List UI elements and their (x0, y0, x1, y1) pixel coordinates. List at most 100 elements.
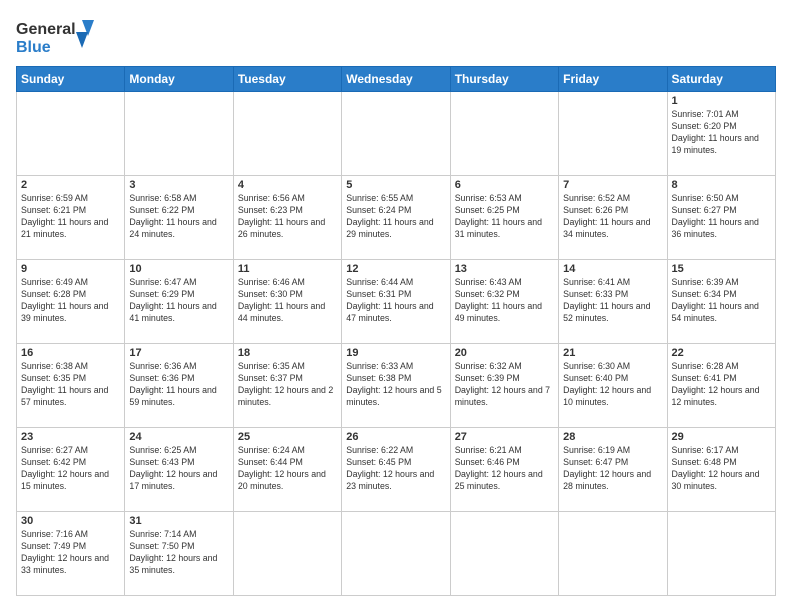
logo: GeneralBlue (16, 16, 96, 58)
day-info: Sunrise: 6:33 AM Sunset: 6:38 PM Dayligh… (346, 361, 445, 409)
day-number: 14 (563, 263, 662, 275)
day-number: 16 (21, 347, 120, 359)
calendar-cell: 25 Sunrise: 6:24 AM Sunset: 6:44 PM Dayli… (233, 428, 341, 512)
day-info: Sunrise: 6:30 AM Sunset: 6:40 PM Dayligh… (563, 361, 662, 409)
day-number: 8 (672, 179, 771, 191)
day-info: Sunrise: 6:55 AM Sunset: 6:24 PM Dayligh… (346, 193, 445, 241)
day-info: Sunrise: 7:01 AM Sunset: 6:20 PM Dayligh… (672, 109, 771, 157)
calendar-cell: 28 Sunrise: 6:19 AM Sunset: 6:47 PM Dayli… (559, 428, 667, 512)
day-number: 25 (238, 431, 337, 443)
calendar-cell: 5Sunrise: 6:55 AM Sunset: 6:24 PM Daylig… (342, 176, 450, 260)
weekday-friday: Friday (559, 67, 667, 92)
calendar-cell: 22 Sunrise: 6:28 AM Sunset: 6:41 PM Dayli… (667, 344, 775, 428)
day-info: Sunrise: 6:27 AM Sunset: 6:42 PM Dayligh… (21, 445, 120, 493)
calendar-table: SundayMondayTuesdayWednesdayThursdayFrid… (16, 66, 776, 596)
weekday-tuesday: Tuesday (233, 67, 341, 92)
day-info: Sunrise: 6:21 AM Sunset: 6:46 PM Dayligh… (455, 445, 554, 493)
calendar-cell: 14 Sunrise: 6:41 AM Sunset: 6:33 PM Dayli… (559, 260, 667, 344)
calendar-cell: 12Sunrise: 6:44 AM Sunset: 6:31 PM Dayli… (342, 260, 450, 344)
day-info: Sunrise: 6:49 AM Sunset: 6:28 PM Dayligh… (21, 277, 120, 325)
day-number: 27 (455, 431, 554, 443)
calendar-cell (125, 92, 233, 176)
weekday-monday: Monday (125, 67, 233, 92)
day-number: 2 (21, 179, 120, 191)
day-number: 30 (21, 515, 120, 527)
calendar-cell: 20Sunrise: 6:32 AM Sunset: 6:39 PM Dayli… (450, 344, 558, 428)
calendar-cell: 31Sunrise: 7:14 AM Sunset: 7:50 PM Dayli… (125, 512, 233, 596)
day-info: Sunrise: 7:16 AM Sunset: 7:49 PM Dayligh… (21, 529, 120, 577)
day-number: 21 (563, 347, 662, 359)
day-info: Sunrise: 6:24 AM Sunset: 6:44 PM Dayligh… (238, 445, 337, 493)
calendar-cell: 30 Sunrise: 7:16 AM Sunset: 7:49 PM Dayli… (17, 512, 125, 596)
weekday-thursday: Thursday (450, 67, 558, 92)
day-info: Sunrise: 6:36 AM Sunset: 6:36 PM Dayligh… (129, 361, 228, 409)
week-row-1: 1 Sunrise: 7:01 AM Sunset: 6:20 PM Daylig… (17, 92, 776, 176)
day-info: Sunrise: 6:22 AM Sunset: 6:45 PM Dayligh… (346, 445, 445, 493)
weekday-header-row: SundayMondayTuesdayWednesdayThursdayFrid… (17, 67, 776, 92)
calendar-cell (342, 92, 450, 176)
day-number: 13 (455, 263, 554, 275)
day-number: 17 (129, 347, 228, 359)
calendar-cell: 3Sunrise: 6:58 AM Sunset: 6:22 PM Daylig… (125, 176, 233, 260)
calendar-cell: 15 Sunrise: 6:39 AM Sunset: 6:34 PM Dayli… (667, 260, 775, 344)
day-info: Sunrise: 6:28 AM Sunset: 6:41 PM Dayligh… (672, 361, 771, 409)
day-info: Sunrise: 6:19 AM Sunset: 6:47 PM Dayligh… (563, 445, 662, 493)
calendar-cell: 7Sunrise: 6:52 AM Sunset: 6:26 PM Daylig… (559, 176, 667, 260)
day-number: 11 (238, 263, 337, 275)
weekday-wednesday: Wednesday (342, 67, 450, 92)
calendar-cell (233, 92, 341, 176)
calendar-cell (450, 512, 558, 596)
day-info: Sunrise: 6:41 AM Sunset: 6:33 PM Dayligh… (563, 277, 662, 325)
day-number: 4 (238, 179, 337, 191)
calendar-cell: 27 Sunrise: 6:21 AM Sunset: 6:46 PM Dayli… (450, 428, 558, 512)
day-number: 24 (129, 431, 228, 443)
page: GeneralBlue SundayMondayTuesdayWednesday… (0, 0, 792, 612)
calendar-cell (342, 512, 450, 596)
day-info: Sunrise: 6:39 AM Sunset: 6:34 PM Dayligh… (672, 277, 771, 325)
calendar-cell: 23 Sunrise: 6:27 AM Sunset: 6:42 PM Dayli… (17, 428, 125, 512)
svg-text:General: General (16, 21, 76, 38)
day-number: 15 (672, 263, 771, 275)
calendar-cell: 13 Sunrise: 6:43 AM Sunset: 6:32 PM Dayli… (450, 260, 558, 344)
calendar-cell: 4Sunrise: 6:56 AM Sunset: 6:23 PM Daylig… (233, 176, 341, 260)
day-number: 29 (672, 431, 771, 443)
calendar-body: 1 Sunrise: 7:01 AM Sunset: 6:20 PM Daylig… (17, 92, 776, 596)
calendar-cell: 2 Sunrise: 6:59 AM Sunset: 6:21 PM Daylig… (17, 176, 125, 260)
day-number: 26 (346, 431, 445, 443)
day-info: Sunrise: 7:14 AM Sunset: 7:50 PM Dayligh… (129, 529, 228, 577)
calendar-cell: 11 Sunrise: 6:46 AM Sunset: 6:30 PM Dayli… (233, 260, 341, 344)
day-info: Sunrise: 6:50 AM Sunset: 6:27 PM Dayligh… (672, 193, 771, 241)
day-number: 22 (672, 347, 771, 359)
day-info: Sunrise: 6:53 AM Sunset: 6:25 PM Dayligh… (455, 193, 554, 241)
day-number: 23 (21, 431, 120, 443)
week-row-4: 16Sunrise: 6:38 AM Sunset: 6:35 PM Dayli… (17, 344, 776, 428)
day-info: Sunrise: 6:47 AM Sunset: 6:29 PM Dayligh… (129, 277, 228, 325)
day-info: Sunrise: 6:44 AM Sunset: 6:31 PM Dayligh… (346, 277, 445, 325)
calendar-cell: 8 Sunrise: 6:50 AM Sunset: 6:27 PM Daylig… (667, 176, 775, 260)
calendar-cell: 6 Sunrise: 6:53 AM Sunset: 6:25 PM Daylig… (450, 176, 558, 260)
day-number: 18 (238, 347, 337, 359)
calendar-cell (559, 92, 667, 176)
day-number: 7 (563, 179, 662, 191)
calendar-cell: 17 Sunrise: 6:36 AM Sunset: 6:36 PM Dayli… (125, 344, 233, 428)
day-info: Sunrise: 6:32 AM Sunset: 6:39 PM Dayligh… (455, 361, 554, 409)
calendar-cell (667, 512, 775, 596)
week-row-3: 9 Sunrise: 6:49 AM Sunset: 6:28 PM Daylig… (17, 260, 776, 344)
calendar-cell (233, 512, 341, 596)
day-number: 6 (455, 179, 554, 191)
day-info: Sunrise: 6:43 AM Sunset: 6:32 PM Dayligh… (455, 277, 554, 325)
week-row-2: 2 Sunrise: 6:59 AM Sunset: 6:21 PM Daylig… (17, 176, 776, 260)
calendar-cell: 21 Sunrise: 6:30 AM Sunset: 6:40 PM Dayli… (559, 344, 667, 428)
calendar-cell: 1 Sunrise: 7:01 AM Sunset: 6:20 PM Daylig… (667, 92, 775, 176)
calendar-cell: 18Sunrise: 6:35 AM Sunset: 6:37 PM Dayli… (233, 344, 341, 428)
day-info: Sunrise: 6:17 AM Sunset: 6:48 PM Dayligh… (672, 445, 771, 493)
calendar-cell: 16Sunrise: 6:38 AM Sunset: 6:35 PM Dayli… (17, 344, 125, 428)
day-number: 1 (672, 95, 771, 107)
day-number: 9 (21, 263, 120, 275)
day-info: Sunrise: 6:46 AM Sunset: 6:30 PM Dayligh… (238, 277, 337, 325)
calendar-cell: 26 Sunrise: 6:22 AM Sunset: 6:45 PM Dayli… (342, 428, 450, 512)
day-number: 28 (563, 431, 662, 443)
weekday-sunday: Sunday (17, 67, 125, 92)
day-info: Sunrise: 6:59 AM Sunset: 6:21 PM Dayligh… (21, 193, 120, 241)
calendar-cell (450, 92, 558, 176)
